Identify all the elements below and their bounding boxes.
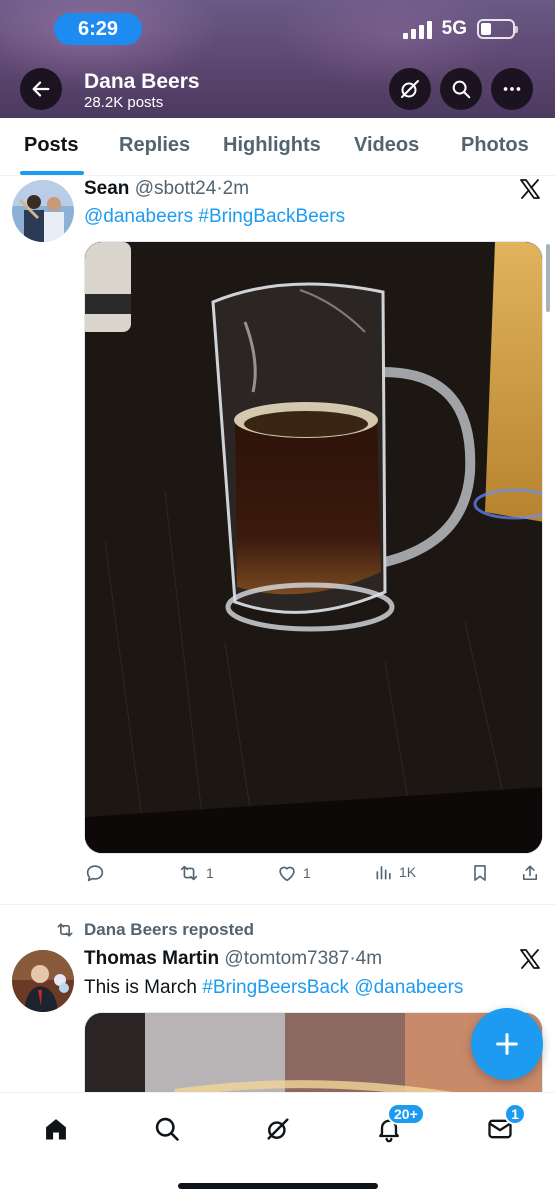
post-time: 2m <box>222 178 250 199</box>
battery-icon <box>477 19 518 39</box>
hashtag-link[interactable]: #BringBackBeers <box>198 206 345 227</box>
repost-icon <box>180 865 198 881</box>
repost-button[interactable]: 1 <box>177 862 214 884</box>
post-time: 4m <box>355 948 383 969</box>
grok-icon <box>267 1118 289 1140</box>
back-arrow-icon <box>32 81 50 97</box>
signal-icon <box>402 19 432 39</box>
post-text: @danabeers #BringBackBeers <box>84 206 345 228</box>
search-icon <box>452 80 471 99</box>
reply-icon <box>86 865 104 882</box>
author-name[interactable]: Thomas Martin <box>84 948 219 969</box>
post-divider <box>0 904 555 905</box>
active-tab-indicator <box>20 171 84 175</box>
views-button[interactable]: 1K <box>374 862 416 882</box>
post-author: Sean @sbott24·2m <box>84 178 249 200</box>
repost-label[interactable]: Dana Beers reposted <box>84 920 254 940</box>
tab-replies[interactable]: Replies <box>119 134 190 157</box>
status-indicators: 5G <box>402 18 518 40</box>
x-logo-icon <box>520 949 540 969</box>
repost-count: 1 <box>206 865 214 881</box>
messages-badge: 1 <box>504 1103 526 1125</box>
author-name[interactable]: Sean <box>84 178 129 199</box>
post-actions: 1 1 1K <box>84 862 544 892</box>
network-label: 5G <box>441 18 467 39</box>
more-button[interactable] <box>491 68 533 110</box>
post-text: This is March #BringBeersBack @danabeers <box>84 977 463 999</box>
x-logo-icon <box>520 179 540 199</box>
share-button[interactable] <box>520 862 540 884</box>
bookmark-icon <box>474 865 486 881</box>
mention-link[interactable]: @danabeers <box>354 977 463 998</box>
like-button[interactable]: 1 <box>276 862 311 884</box>
post-image-beer-mug[interactable] <box>84 241 543 854</box>
plus-icon <box>496 1033 518 1055</box>
notifications-badge: 20+ <box>387 1103 425 1125</box>
tab-videos[interactable]: Videos <box>354 134 419 157</box>
nav-grok[interactable] <box>258 1109 298 1149</box>
avatar[interactable] <box>12 950 74 1012</box>
home-icon <box>46 1119 66 1140</box>
home-indicator[interactable] <box>178 1183 378 1189</box>
post-author: Thomas Martin @tomtom7387·4m <box>84 948 382 970</box>
post-body-text: This is March <box>84 977 197 998</box>
repost-icon <box>57 923 73 937</box>
grok-button[interactable] <box>389 68 431 110</box>
nav-home[interactable] <box>36 1109 76 1149</box>
hashtag-link[interactable]: #BringBeersBack <box>202 977 349 998</box>
more-icon <box>503 87 521 91</box>
mention-link[interactable]: @danabeers <box>84 206 193 227</box>
back-button[interactable] <box>20 68 62 110</box>
compose-post-button[interactable] <box>471 1008 543 1080</box>
views-chart-icon <box>376 866 391 880</box>
profile-tabs: Posts Replies Highlights Videos Photos <box>0 118 555 176</box>
tab-posts[interactable]: Posts <box>24 134 78 157</box>
grok-icon <box>401 80 419 98</box>
bookmark-button[interactable] <box>470 862 490 884</box>
author-handle[interactable]: @sbott24 <box>135 178 217 199</box>
tab-highlights[interactable]: Highlights <box>223 134 321 157</box>
like-count: 1 <box>303 865 311 881</box>
repost-indicator: Dana Beers reposted <box>54 920 254 940</box>
scrollbar[interactable] <box>546 244 550 312</box>
search-button[interactable] <box>440 68 482 110</box>
profile-post-count: 28.2K posts <box>84 94 164 111</box>
author-handle[interactable]: @tomtom7387 <box>224 948 349 969</box>
status-time: 6:29 <box>54 13 142 45</box>
tab-photos[interactable]: Photos <box>461 134 529 157</box>
reply-button[interactable] <box>84 862 111 884</box>
profile-name: Dana Beers <box>84 70 200 93</box>
share-icon <box>522 865 538 881</box>
heart-icon <box>279 866 295 882</box>
avatar[interactable] <box>12 180 74 242</box>
search-icon <box>155 1117 179 1141</box>
nav-search[interactable] <box>147 1109 187 1149</box>
view-count: 1K <box>399 864 417 880</box>
